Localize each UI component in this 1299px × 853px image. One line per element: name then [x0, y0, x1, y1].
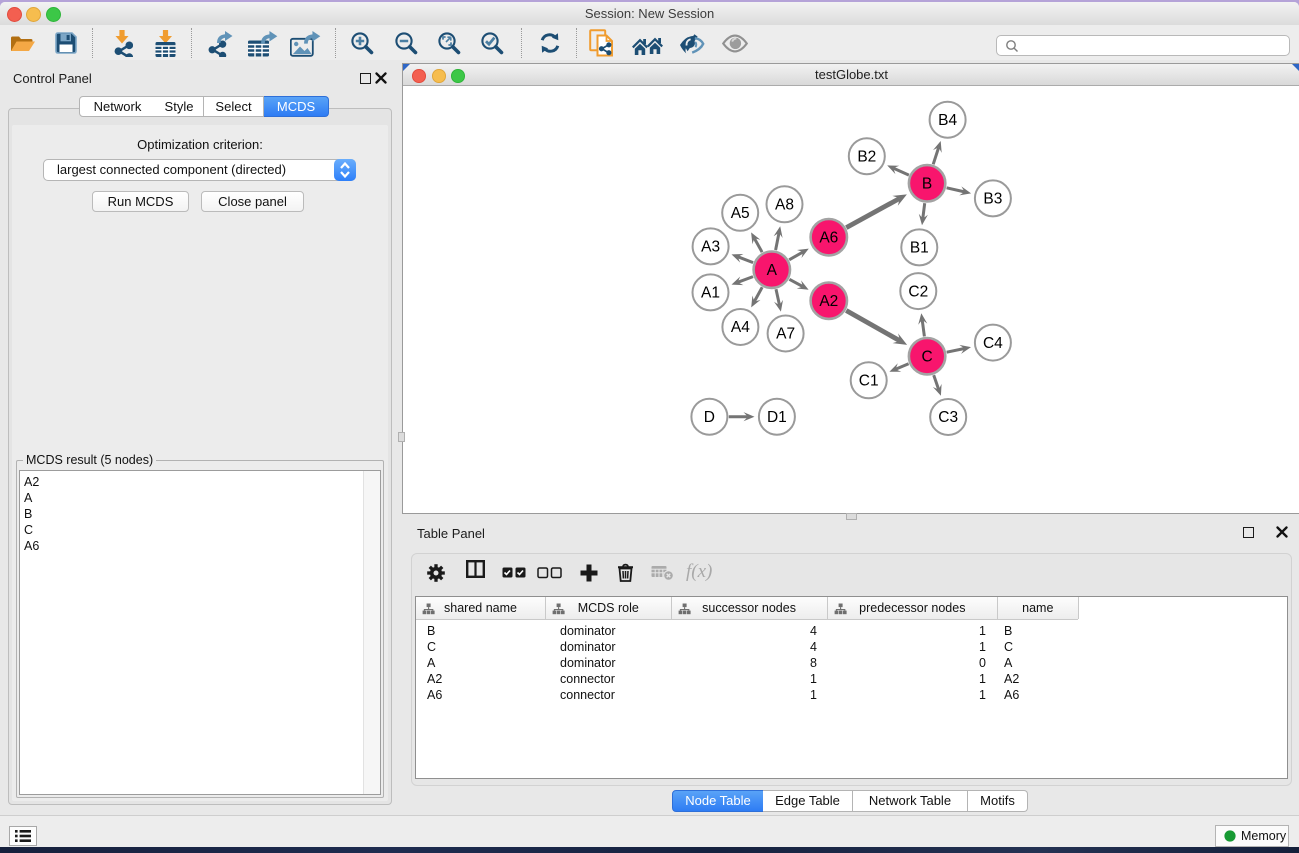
svg-text:C4: C4	[983, 335, 1003, 352]
svg-text:A7: A7	[776, 326, 795, 343]
svg-text:C1: C1	[859, 373, 879, 390]
svg-text:A6: A6	[819, 229, 838, 246]
svg-text:B1: B1	[910, 240, 929, 257]
svg-text:B: B	[922, 176, 932, 193]
svg-text:A8: A8	[775, 197, 794, 214]
svg-text:D1: D1	[767, 409, 787, 426]
svg-text:A3: A3	[701, 239, 720, 256]
svg-text:A1: A1	[701, 285, 720, 302]
svg-text:A4: A4	[731, 319, 750, 336]
svg-text:D: D	[704, 409, 715, 426]
svg-text:C: C	[921, 348, 932, 365]
svg-text:C2: C2	[908, 283, 928, 300]
svg-text:A: A	[767, 262, 778, 279]
svg-text:B4: B4	[938, 112, 957, 129]
svg-text:B2: B2	[857, 148, 876, 165]
svg-text:A2: A2	[819, 293, 838, 310]
svg-text:C3: C3	[938, 409, 958, 426]
svg-text:B3: B3	[983, 191, 1002, 208]
svg-text:A5: A5	[731, 205, 750, 222]
